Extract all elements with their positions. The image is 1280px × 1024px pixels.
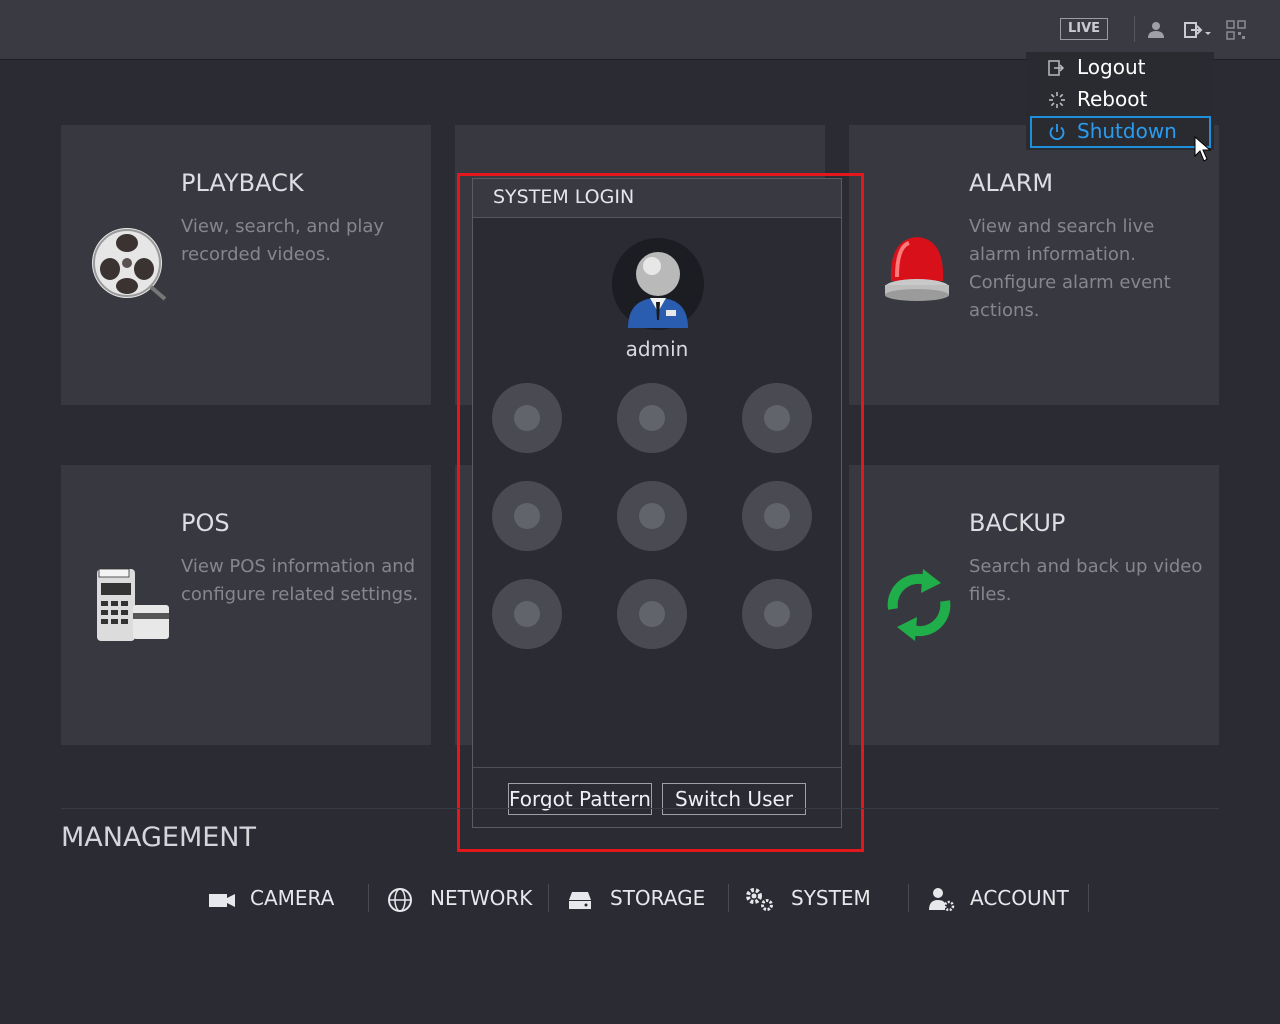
storage-label: STORAGE <box>610 886 706 910</box>
logout-menu-icon[interactable] <box>1183 20 1213 40</box>
mouse-cursor-icon <box>1194 136 1212 162</box>
management-divider <box>61 808 1219 809</box>
sync-arrows-icon <box>887 569 951 641</box>
toolbar-divider <box>1134 16 1135 42</box>
alarm-tile[interactable]: ALARM View and search live alarm informa… <box>849 125 1219 405</box>
management-title: MANAGEMENT <box>61 822 256 853</box>
management-separator <box>728 884 729 912</box>
user-settings-icon <box>929 888 955 912</box>
cash-register-icon <box>97 568 169 641</box>
highlight-frame <box>457 173 864 852</box>
alarm-siren-icon <box>885 237 949 301</box>
account-label: ACCOUNT <box>970 886 1069 910</box>
management-separator <box>368 884 369 912</box>
pos-tile[interactable]: POS View POS information and configure r… <box>61 465 431 745</box>
camera-icon <box>209 894 235 907</box>
power-menu: Logout Reboot Shutdown <box>1026 52 1214 150</box>
shutdown-menu-item[interactable]: Shutdown <box>1030 116 1211 148</box>
reboot-menu-item[interactable]: Reboot <box>1026 84 1214 114</box>
film-reel-icon <box>92 228 167 301</box>
playback-title: PLAYBACK <box>181 169 304 197</box>
playback-description: View, search, and play recorded videos. <box>181 216 385 265</box>
globe-icon <box>388 888 412 912</box>
user-icon[interactable] <box>1146 20 1166 40</box>
camera-label: CAMERA <box>250 886 335 910</box>
alarm-title: ALARM <box>969 169 1054 197</box>
logout-icon <box>1048 60 1065 76</box>
network-label: NETWORK <box>430 886 533 910</box>
pos-title: POS <box>181 509 230 537</box>
logout-menu-item[interactable]: Logout <box>1026 52 1214 82</box>
live-button[interactable]: LIVE <box>1060 18 1108 40</box>
logout-label: Logout <box>1077 55 1146 79</box>
gears-icon <box>746 888 773 911</box>
management-separator <box>1088 884 1089 912</box>
qr-code-icon[interactable] <box>1226 20 1246 40</box>
alarm-description: View and search live alarm information. … <box>969 216 1171 321</box>
reboot-icon <box>1049 92 1065 108</box>
shutdown-label: Shutdown <box>1077 119 1177 143</box>
backup-tile[interactable]: BACKUP Search and back up video files. <box>849 465 1219 745</box>
top-bar: LIVE <box>0 0 1280 60</box>
management-separator <box>908 884 909 912</box>
playback-tile[interactable]: PLAYBACK View, search, and play recorded… <box>61 125 431 405</box>
system-label: SYSTEM <box>791 886 871 910</box>
hard-drive-icon <box>569 892 591 909</box>
reboot-label: Reboot <box>1077 87 1148 111</box>
management-separator <box>548 884 549 912</box>
pos-description: View POS information and configure relat… <box>181 556 419 605</box>
backup-title: BACKUP <box>969 509 1066 537</box>
power-icon <box>1049 124 1065 141</box>
backup-description: Search and back up video files. <box>969 556 1203 605</box>
